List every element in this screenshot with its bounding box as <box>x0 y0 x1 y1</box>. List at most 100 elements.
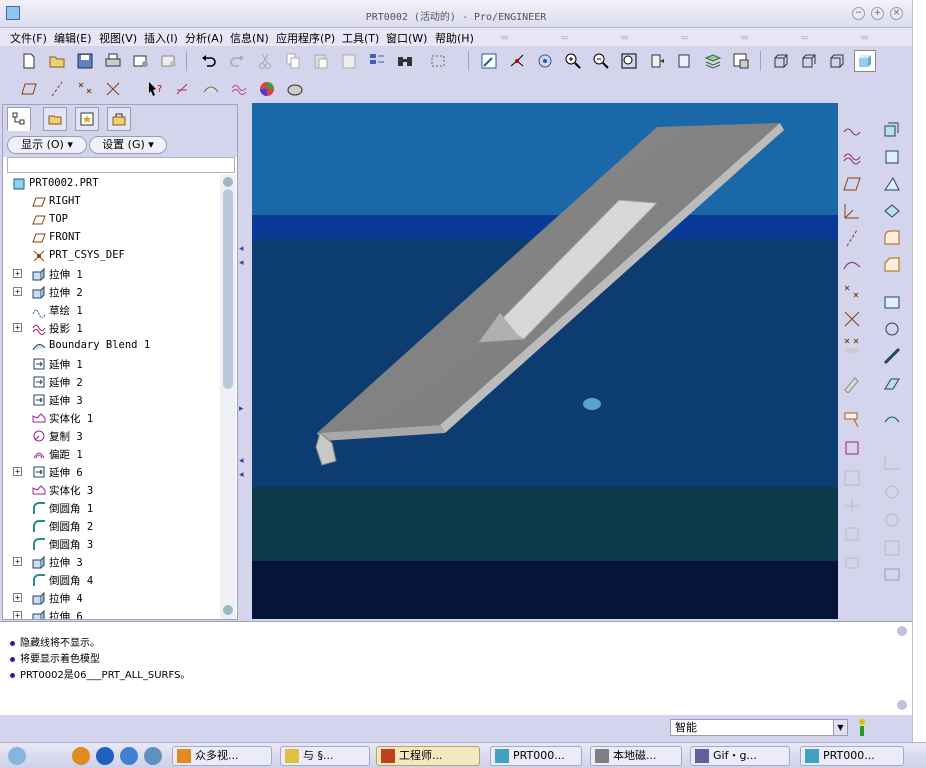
taskbar-button[interactable]: 众多视... <box>172 746 272 766</box>
wireframe-icon[interactable] <box>770 50 792 72</box>
tree-node[interactable]: 复制 3 <box>3 427 219 445</box>
tab-favorites[interactable] <box>75 107 99 131</box>
scroll-thumb[interactable] <box>223 189 233 389</box>
selection-box-icon[interactable] <box>428 50 450 72</box>
zoom-out-icon[interactable] <box>590 50 612 72</box>
hole-tool-icon[interactable] <box>882 292 904 314</box>
selection-filter-select[interactable]: 智能 ▼ <box>670 719 848 736</box>
csys-tool-icon[interactable] <box>842 309 864 331</box>
model-display-icon[interactable] <box>284 78 306 100</box>
datum-axis-display-icon[interactable] <box>46 78 68 100</box>
menu-tools[interactable]: 工具(T) <box>342 30 379 46</box>
redo-icon[interactable] <box>226 50 248 72</box>
disabled-tool-icon[interactable] <box>882 482 904 504</box>
tree-node[interactable]: 实体化 3 <box>3 481 219 499</box>
tree-node[interactable]: + 拉伸 3 <box>3 553 219 571</box>
disabled-tool-icon[interactable] <box>842 552 864 574</box>
tree-node[interactable]: + 拉伸 4 <box>3 589 219 607</box>
menu-applications[interactable]: 应用程序(P) <box>276 30 335 46</box>
expand-icon[interactable]: + <box>13 593 22 602</box>
menu-window[interactable]: 窗口(W) <box>386 30 427 46</box>
menu-analysis[interactable]: 分析(A) <box>185 30 223 46</box>
menu-file[interactable]: 文件(F) <box>10 30 47 46</box>
view-manager-icon[interactable] <box>646 50 668 72</box>
taskbar-button[interactable]: PRT000... <box>490 746 582 766</box>
undo-icon[interactable] <box>198 50 220 72</box>
expand-icon[interactable]: + <box>13 467 22 476</box>
chevron-down-icon[interactable]: ▼ <box>833 720 847 735</box>
csys-display-icon[interactable] <box>102 78 124 100</box>
start-icon[interactable] <box>8 747 26 765</box>
axis-tool-icon[interactable] <box>842 201 864 223</box>
appearance-icon[interactable] <box>256 78 278 100</box>
menu-help[interactable]: 帮助(H) <box>435 30 474 46</box>
shell-tool-icon[interactable] <box>882 319 904 341</box>
tree-node[interactable]: + 拉伸 2 <box>3 283 219 301</box>
open-file-icon[interactable] <box>46 50 68 72</box>
chamfer-tool-icon[interactable] <box>882 255 904 277</box>
regenerate-icon[interactable] <box>366 50 388 72</box>
save-icon[interactable] <box>74 50 96 72</box>
revolve-tool-icon[interactable] <box>882 147 904 169</box>
orient-icon[interactable] <box>534 50 556 72</box>
tree-node[interactable]: Boundary Blend 1 <box>3 337 219 355</box>
menu-insert[interactable]: 插入(I) <box>144 30 178 46</box>
hidden-line-icon[interactable] <box>798 50 820 72</box>
quicklaunch-icon[interactable] <box>120 747 138 765</box>
blend-tool-icon[interactable] <box>882 201 904 223</box>
view-manager-sheet-icon[interactable] <box>730 50 752 72</box>
no-hidden-icon[interactable] <box>826 50 848 72</box>
close-icon[interactable]: × <box>890 7 903 20</box>
tree-node[interactable]: 倒圆角 4 <box>3 571 219 589</box>
cut-icon[interactable] <box>254 50 276 72</box>
tree-node[interactable]: PRT_CSYS_DEF <box>3 247 219 265</box>
collapse-arrow-icon[interactable]: ◂ <box>239 244 244 254</box>
expand-icon[interactable]: + <box>13 269 22 278</box>
disabled-tool-icon[interactable] <box>882 510 904 532</box>
tree-node[interactable]: FRONT <box>3 229 219 247</box>
taskbar-button[interactable]: PRT000... <box>800 746 904 766</box>
copy-icon[interactable] <box>282 50 304 72</box>
quicklaunch-icon[interactable] <box>144 747 162 765</box>
settings-dropdown[interactable]: 设置 (G) ▾ <box>89 136 167 154</box>
tree-node[interactable]: + 延伸 6 <box>3 463 219 481</box>
saved-views-icon[interactable] <box>674 50 696 72</box>
new-file-icon[interactable] <box>18 50 40 72</box>
collapse-arrow-icon[interactable]: ▸ <box>239 404 244 414</box>
scroll-down-knob[interactable] <box>897 700 907 710</box>
datum-point-display-icon[interactable] <box>74 78 96 100</box>
sketch-tool-icon[interactable] <box>172 78 194 100</box>
graphics-viewport[interactable] <box>252 103 838 619</box>
menu-view[interactable]: 视图(V) <box>99 30 137 46</box>
tree-filter-input[interactable] <box>7 157 235 173</box>
expand-icon[interactable]: + <box>13 287 22 296</box>
email-link-icon[interactable] <box>158 50 180 72</box>
repaint-icon[interactable] <box>478 50 500 72</box>
tree-node[interactable]: + 拉伸 1 <box>3 265 219 283</box>
email-icon[interactable] <box>130 50 152 72</box>
taskbar-button[interactable]: Gif・g... <box>690 746 790 766</box>
menu-edit[interactable]: 编辑(E) <box>54 30 92 46</box>
round-tool-icon[interactable] <box>882 228 904 250</box>
curve-tool-icon[interactable] <box>842 255 864 277</box>
scroll-down-knob[interactable] <box>223 605 233 615</box>
datum-plane-display-icon[interactable] <box>18 78 40 100</box>
spin-center-icon[interactable] <box>506 50 528 72</box>
datum-axis-tool-icon[interactable] <box>842 228 864 250</box>
model-view[interactable] <box>252 103 838 619</box>
tree-node[interactable]: RIGHT <box>3 193 219 211</box>
tree-node[interactable]: 延伸 3 <box>3 391 219 409</box>
curve-tool-icon[interactable] <box>228 78 250 100</box>
scroll-up-knob[interactable] <box>223 177 233 187</box>
zoom-in-icon[interactable] <box>562 50 584 72</box>
feature-icon[interactable] <box>842 410 864 432</box>
disabled-tool-icon[interactable] <box>882 538 904 560</box>
expand-icon[interactable]: + <box>13 611 22 619</box>
disabled-tool-icon[interactable] <box>842 468 864 490</box>
tab-folder-browser[interactable] <box>43 107 67 131</box>
rib-tool-icon[interactable] <box>882 346 904 368</box>
surface-tool-icon[interactable] <box>200 78 222 100</box>
paste-icon[interactable] <box>310 50 332 72</box>
analysis-tool-icon[interactable] <box>842 336 864 358</box>
menu-info[interactable]: 信息(N) <box>230 30 269 46</box>
